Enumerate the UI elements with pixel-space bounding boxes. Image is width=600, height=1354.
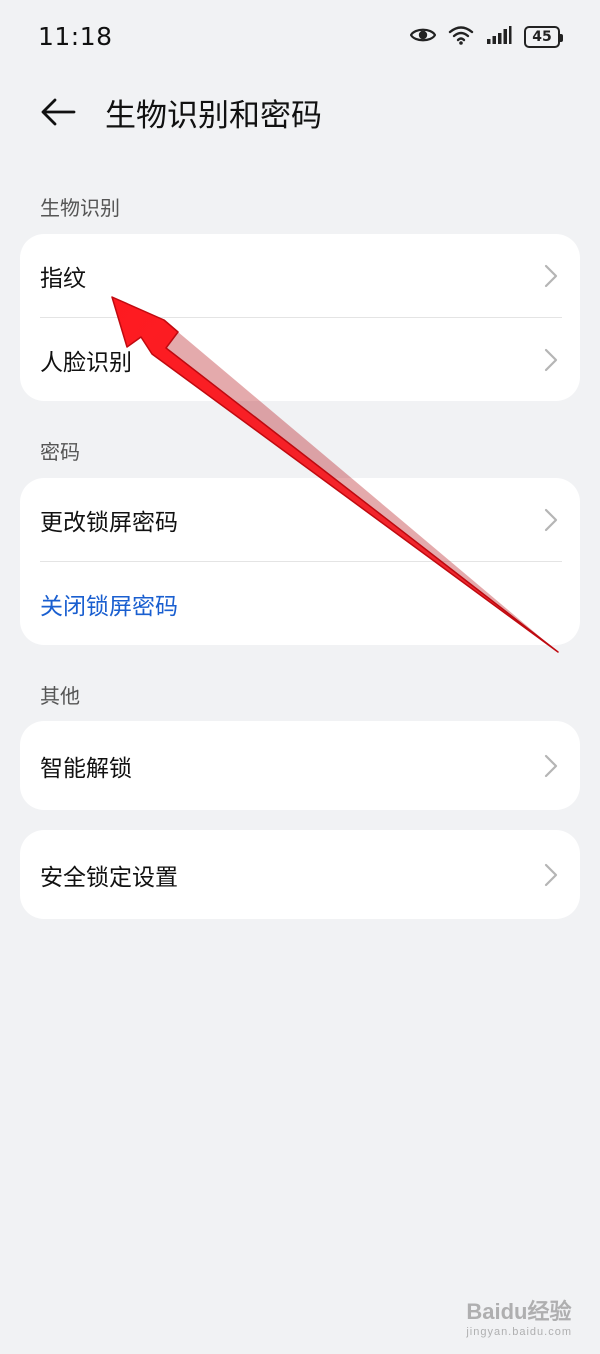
row-face-recognition[interactable]: 人脸识别 [20,318,580,401]
row-label: 安全锁定设置 [40,864,178,891]
watermark-url: jingyan.baidu.com [466,1326,572,1338]
row-label: 人脸识别 [40,349,132,376]
status-time: 11:18 [38,22,113,51]
wifi-icon [448,24,474,50]
signal-icon [486,25,512,49]
eye-icon [409,25,437,49]
chevron-right-icon [544,264,558,287]
section-label-biometric: 生物识别 [40,196,120,220]
row-disable-lock-password[interactable]: 关闭锁屏密码 [20,562,580,645]
row-label: 更改锁屏密码 [40,509,178,536]
card-password: 更改锁屏密码 关闭锁屏密码 [20,478,580,645]
header: 生物识别和密码 [0,76,600,148]
row-change-lock-password[interactable]: 更改锁屏密码 [20,478,580,561]
back-button[interactable] [38,92,78,132]
row-label: 关闭锁屏密码 [40,593,178,620]
chevron-right-icon [544,863,558,886]
row-security-lock-settings[interactable]: 安全锁定设置 [20,830,580,919]
card-biometric: 指纹 人脸识别 [20,234,580,401]
row-fingerprint[interactable]: 指纹 [20,234,580,317]
back-arrow-icon [41,98,76,126]
section-label-other: 其他 [40,684,80,708]
card-security: 安全锁定设置 [20,830,580,919]
status-icons: 45 [409,24,563,50]
watermark-logo: Baidu经验 [466,1299,572,1324]
chevron-right-icon [544,348,558,371]
row-smart-unlock[interactable]: 智能解锁 [20,721,580,810]
chevron-right-icon [544,508,558,531]
page-title: 生物识别和密码 [105,98,322,134]
battery-icon: 45 [524,26,563,48]
chevron-right-icon [544,754,558,777]
watermark: Baidu经验 jingyan.baidu.com [466,1294,572,1338]
battery-level: 45 [532,29,552,45]
row-label: 指纹 [40,265,86,292]
row-label: 智能解锁 [40,755,132,782]
section-label-password: 密码 [40,440,80,464]
card-other: 智能解锁 [20,721,580,810]
status-bar: 11:18 45 [0,0,600,76]
